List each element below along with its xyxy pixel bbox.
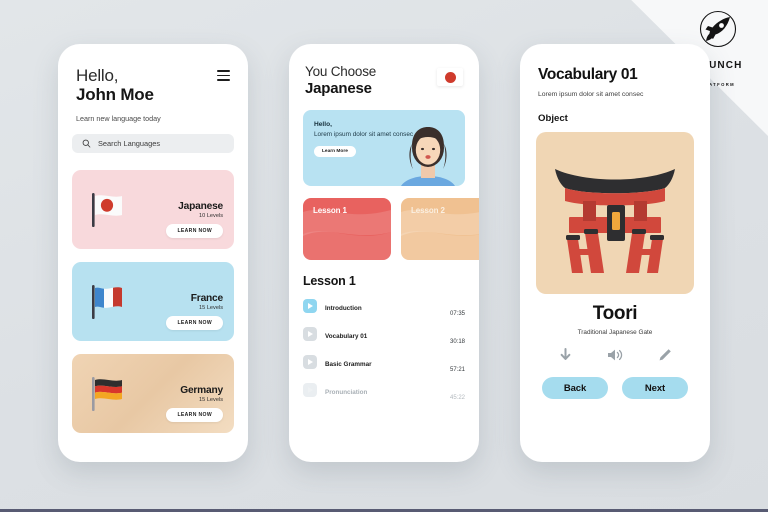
learn-more-button[interactable]: Learn More <box>314 145 356 157</box>
search-placeholder: Search Languages <box>98 139 161 149</box>
language-levels: 15 Levels <box>199 304 223 311</box>
navigation-row: Back Next <box>520 377 710 400</box>
language-levels: 10 Levels <box>199 212 223 219</box>
track-duration: 07:35 <box>449 310 465 317</box>
track-info: Introduction <box>325 297 435 315</box>
track-duration: 45:22 <box>449 394 465 401</box>
language-list: Japanese 10 Levels LEARN NOW France 15 L… <box>72 170 234 434</box>
hamburger-menu-icon[interactable] <box>217 70 230 81</box>
course-header: You Choose Japanese <box>289 44 479 98</box>
page-title: Vocabulary 01 <box>538 66 638 83</box>
language-card-text: Germany 15 Levels <box>140 385 234 403</box>
flag-france-icon <box>72 280 140 324</box>
learn-now-button[interactable]: LEARN NOW <box>166 224 223 239</box>
vocabulary-word: Toori <box>592 303 638 325</box>
learn-now-button[interactable]: LEARN NOW <box>166 408 223 423</box>
language-levels: 15 Levels <box>199 396 223 403</box>
language-card-text: Japanese 10 Levels <box>140 201 234 219</box>
language-card-france[interactable]: France 15 Levels LEARN NOW <box>72 262 234 342</box>
torii-gate-illustration <box>536 132 694 295</box>
greeting-line1: Hello, <box>76 66 119 85</box>
page-subtitle: Lorem ipsum dolor sit amet consec <box>538 91 644 98</box>
phone-screen-home: Hello, John Moe Learn new language today… <box>58 44 248 462</box>
track-row[interactable]: Basic Grammar 57:21 <box>303 353 465 373</box>
track-duration: 30:18 <box>449 338 465 345</box>
home-header: Hello, John Moe Learn new language today <box>58 44 248 123</box>
lesson-list-title: Lesson 1 <box>303 273 356 288</box>
vocabulary-header: Vocabulary 01 Lorem ipsum dolor sit amet… <box>520 44 710 100</box>
greeting-line2: John Moe <box>76 85 154 105</box>
play-icon[interactable] <box>303 326 317 341</box>
search-input[interactable]: Search Languages <box>72 134 234 154</box>
track-row[interactable]: Pronunciation 45:22 <box>303 381 465 401</box>
track-row[interactable]: Introduction 07:35 <box>303 297 465 317</box>
home-subtitle: Learn new language today <box>76 114 161 124</box>
language-card-japanese[interactable]: Japanese 10 Levels LEARN NOW <box>72 170 234 250</box>
track-info: Pronunciation <box>325 381 435 399</box>
language-card-text: France 15 Levels <box>140 293 234 311</box>
phone-screen-course: You Choose Japanese Hello, Lorem ipsum d… <box>289 44 479 462</box>
vocabulary-meaning: Traditional Japanese Gate <box>577 329 653 337</box>
track-name: Introduction <box>325 304 362 312</box>
lesson-card-label: Lesson 1 <box>313 205 347 215</box>
track-name: Basic Grammar <box>325 360 372 368</box>
speaker-icon[interactable] <box>607 347 623 363</box>
pencil-icon[interactable] <box>657 347 673 363</box>
section-label-object: Object <box>538 113 568 125</box>
phone-screen-vocabulary: Vocabulary 01 Lorem ipsum dolor sit amet… <box>520 44 710 462</box>
lesson-card-1[interactable]: Lesson 1 <box>303 197 391 260</box>
promo-banner[interactable]: Hello, Lorem ipsum dolor sit amet consec… <box>303 109 465 186</box>
search-icon <box>82 135 91 153</box>
track-duration: 57:21 <box>449 366 465 373</box>
track-name: Vocabulary 01 <box>325 332 368 340</box>
language-name: Germany <box>180 384 223 396</box>
flag-japan-icon <box>72 188 140 232</box>
track-info: Vocabulary 01 <box>325 325 435 343</box>
back-button[interactable]: Back <box>542 377 608 400</box>
lesson-card-label: Lesson 2 <box>411 205 445 215</box>
download-icon[interactable] <box>557 347 573 363</box>
track-name: Pronunciation <box>325 388 368 396</box>
learn-now-button[interactable]: LEARN NOW <box>166 316 223 331</box>
poster-stage: LAUNCH PLATFORM Hello, John Moe Learn ne… <box>0 0 768 512</box>
track-list: Introduction 07:35 Vocabulary 01 30:18 B… <box>303 297 465 401</box>
play-icon[interactable] <box>303 298 317 313</box>
flag-germany-icon <box>72 372 140 416</box>
next-button[interactable]: Next <box>622 377 688 400</box>
lesson-card-2[interactable]: Lesson 2 <box>401 197 479 260</box>
track-info: Basic Grammar <box>325 353 435 371</box>
play-icon[interactable] <box>303 382 317 397</box>
woman-avatar-illustration <box>397 120 459 186</box>
track-row[interactable]: Vocabulary 01 30:18 <box>303 325 465 345</box>
flag-sun-disc <box>444 71 456 83</box>
lesson-card-row: Lesson 1 Lesson 2 <box>303 197 479 260</box>
tool-row <box>520 347 710 363</box>
flag-japan-icon <box>437 68 463 86</box>
language-name: France <box>190 292 223 304</box>
language-name: Japanese <box>178 200 223 212</box>
language-card-germany[interactable]: Germany 15 Levels LEARN NOW <box>72 354 234 434</box>
play-icon[interactable] <box>303 354 317 369</box>
